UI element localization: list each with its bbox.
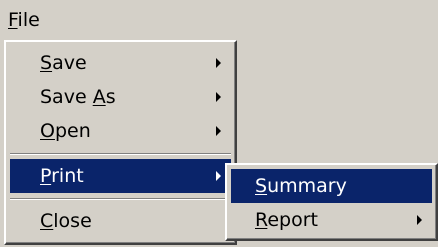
file-menu-title-accel: F (8, 9, 18, 31)
menu-separator (10, 153, 231, 155)
submenu-item-summary-after: ummary (267, 175, 347, 197)
menu-item-open-accel: O (40, 120, 55, 142)
menu-item-print[interactable]: Print (10, 159, 231, 193)
menu-item-open-after: pen (54, 120, 91, 142)
submenu-item-report[interactable]: Report (231, 203, 432, 237)
menu-item-close-label: Close (40, 204, 92, 238)
submenu-item-summary-label: Summary (255, 169, 347, 203)
menu-item-close-after: lose (53, 210, 92, 232)
menu-item-close[interactable]: Close (10, 204, 231, 238)
menu-item-save-as[interactable]: Save As (10, 80, 231, 114)
submenu-arrow-icon (216, 92, 221, 102)
submenu-item-report-label: Report (255, 203, 318, 237)
submenu-arrow-icon (216, 126, 221, 136)
submenu-item-summary-accel: S (255, 175, 268, 197)
menu-item-save-label: Save (40, 46, 87, 80)
submenu-arrow-icon (417, 215, 422, 225)
submenu-item-report-after: eport (267, 209, 318, 231)
menu-item-close-accel: C (40, 210, 54, 232)
submenu-arrow-icon (216, 58, 221, 68)
menu-bar: File (0, 0, 243, 40)
submenu-arrow-icon (216, 171, 221, 181)
menu-separator (10, 198, 231, 200)
menu-item-open-label: Open (40, 114, 91, 148)
menu-item-print-accel: P (40, 165, 52, 187)
menu-item-save-as-after: s (105, 86, 116, 108)
menu-item-save-as-label: Save As (40, 80, 116, 114)
print-submenu: Summary Report (225, 163, 438, 241)
menu-item-save-after: ave (52, 52, 87, 74)
menu-item-print-after: rint (51, 165, 84, 187)
menu-item-save-as-accel: A (92, 86, 106, 108)
file-menu-title-after: ile (17, 9, 40, 31)
submenu-item-summary[interactable]: Summary (231, 169, 432, 203)
file-dropdown-menu: Save Save As Open Print Close (4, 40, 237, 245)
menu-item-save-accel: S (40, 52, 53, 74)
menu-item-open[interactable]: Open (10, 114, 231, 148)
menu-item-save-as-before: Save (40, 86, 93, 108)
submenu-item-report-accel: R (255, 209, 268, 231)
file-menu-title[interactable]: File (4, 4, 44, 36)
menu-item-save[interactable]: Save (10, 46, 231, 80)
menu-item-print-label: Print (40, 159, 84, 193)
